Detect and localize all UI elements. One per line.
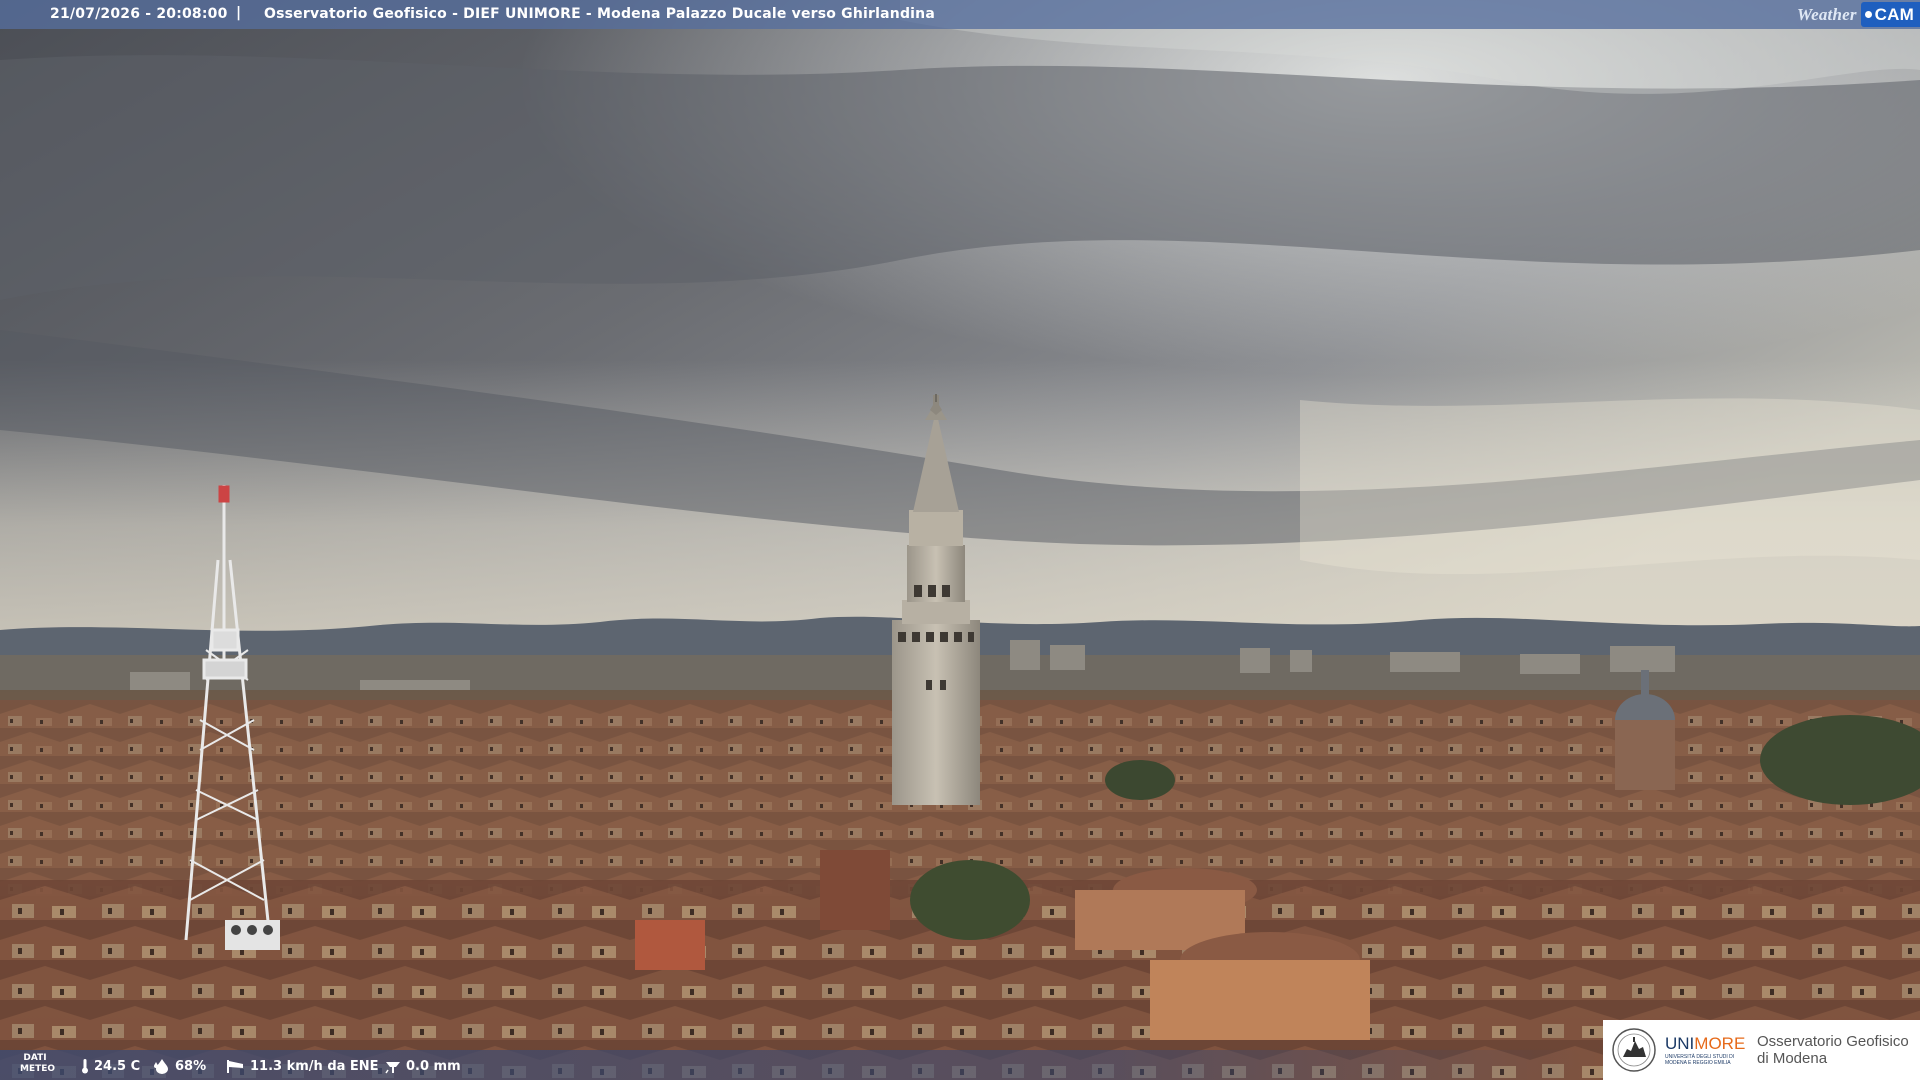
droplet-icon	[154, 1059, 168, 1074]
unimore-logo-box: UNIMORE UNIVERSITÀ DEGLI STUDI DI MODENA…	[1603, 1020, 1920, 1080]
rain-reading: 0.0 mm	[384, 1058, 461, 1074]
unimore-subtitle: UNIVERSITÀ DEGLI STUDI DI MODENA E REGGI…	[1665, 1054, 1747, 1066]
brand-weather-text: Weather	[1797, 4, 1857, 24]
unimore-name: UNIMORE	[1665, 1033, 1747, 1053]
weather-label-line2: METEO	[20, 1064, 56, 1074]
separator: |	[236, 5, 242, 21]
city-panorama-image	[0, 0, 1920, 1080]
timestamp: 21/07/2026 - 20:08:00	[50, 6, 228, 22]
brand-cam-text: CAM	[1874, 4, 1914, 24]
observatory-name-line1: Osservatorio Geofisico	[1757, 1033, 1909, 1050]
windsock-icon	[227, 1060, 243, 1073]
unimore-wordmark: UNIMORE UNIVERSITÀ DEGLI STUDI DI MODENA…	[1665, 1033, 1747, 1066]
university-seal-icon	[1612, 1028, 1656, 1072]
rain-value: 0.0 mm	[406, 1058, 461, 1074]
wind-value: 11.3 km/h da ENE	[250, 1058, 379, 1074]
temperature-reading: 24.5 C	[80, 1058, 140, 1074]
camera-title: Osservatorio Geofisico - DIEF UNIMORE - …	[264, 6, 935, 22]
weathercam-logo: Weather CAM	[1797, 0, 1920, 29]
wind-reading: 11.3 km/h da ENE	[226, 1058, 379, 1074]
weather-label-line1: DATI	[23, 1053, 47, 1063]
observatory-name-line2: di Modena	[1757, 1050, 1828, 1067]
thermometer-icon	[82, 1059, 88, 1074]
webcam-frame: 21/07/2026 - 20:08:00 | Osservatorio Geo…	[0, 0, 1920, 1080]
weather-label: DATI METEO	[20, 1053, 56, 1075]
humidity-reading: 68%	[153, 1058, 206, 1074]
temperature-value: 24.5 C	[94, 1058, 141, 1074]
camera-dot-icon	[1864, 11, 1872, 18]
humidity-value: 68%	[175, 1058, 207, 1074]
brand-cam-badge: CAM	[1860, 2, 1920, 27]
unimore-name-uni: UNI	[1665, 1033, 1695, 1053]
observatory-name: Osservatorio Geofisico di Modena	[1757, 1033, 1909, 1067]
rain-gauge-icon	[385, 1062, 400, 1074]
unimore-name-more: MORE	[1694, 1033, 1746, 1053]
weather-data-bar: DATI METEO 24.5 C 68% 11.3 km/h da ENE 0…	[0, 1050, 1600, 1080]
top-info-bar: 21/07/2026 - 20:08:00 | Osservatorio Geo…	[0, 0, 1920, 29]
unimore-subtitle-line2: MODENA E REGGIO EMILIA	[1665, 1059, 1731, 1066]
